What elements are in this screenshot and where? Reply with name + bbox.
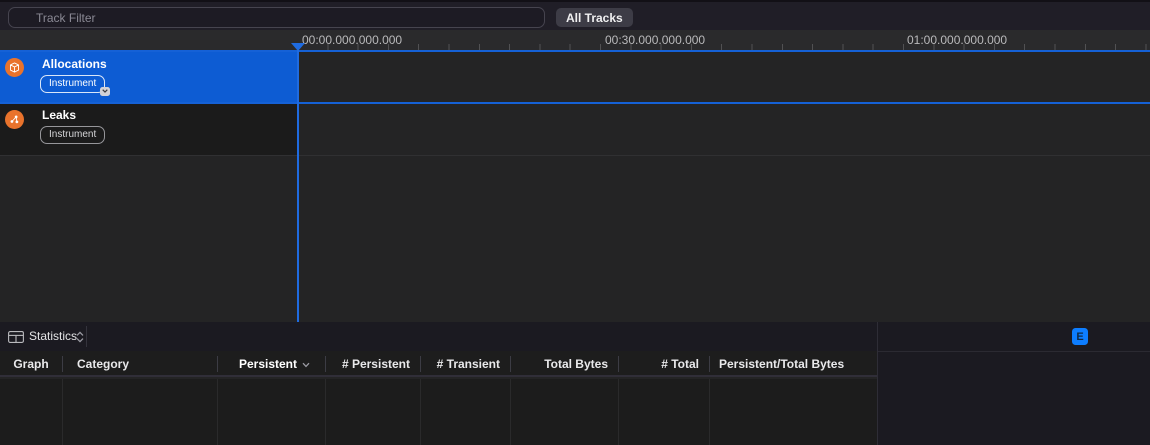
track-filter-input[interactable]	[8, 7, 545, 28]
track-name-allocations: Allocations	[42, 57, 107, 71]
column-divider	[62, 379, 63, 445]
column-divider	[325, 379, 326, 445]
timeline-ruler[interactable]: 00:00.000.000.000 00:30.000.000.000 01:0…	[0, 30, 1150, 50]
header-divider	[62, 356, 63, 372]
column-divider	[420, 379, 421, 445]
instruments-window: All Tracks 00:00.000.000.000 00:30.000.0…	[0, 0, 1150, 445]
column-divider	[709, 379, 710, 445]
column-header-total-bytes[interactable]: Total Bytes	[510, 351, 608, 377]
table-view-icon	[8, 331, 24, 343]
leaks-instrument-badge[interactable]: Instrument	[40, 126, 106, 144]
column-header-category[interactable]: Category	[77, 351, 217, 377]
allocations-instrument-badge[interactable]: Instrument	[40, 75, 111, 96]
column-header-num-persistent[interactable]: # Persistent	[325, 351, 410, 377]
all-tracks-button[interactable]: All Tracks	[556, 8, 633, 27]
column-header-persistent[interactable]: Persistent	[217, 351, 310, 377]
selected-track-top-border	[0, 50, 1150, 52]
detail-view-selector[interactable]: Statistics	[29, 329, 77, 343]
header-divider	[510, 356, 511, 372]
statistics-table-body[interactable]	[0, 379, 877, 445]
column-header-graph[interactable]: Graph	[0, 351, 62, 377]
column-divider	[510, 379, 511, 445]
column-header-num-total[interactable]: # Total	[618, 351, 699, 377]
playhead-line[interactable]	[297, 44, 299, 322]
view-selector-chevrons-icon[interactable]	[76, 331, 84, 343]
header-divider	[618, 356, 619, 372]
badge-label: Instrument	[49, 128, 97, 140]
toolbar: All Tracks	[0, 0, 1150, 30]
header-divider	[709, 356, 710, 372]
column-divider	[217, 379, 218, 445]
sort-chevron-down-icon	[302, 351, 310, 377]
header-divider	[325, 356, 326, 372]
inspector-panel-divider	[878, 351, 1150, 352]
detail-panel-divider	[877, 322, 878, 445]
column-header-label: Persistent	[238, 357, 297, 371]
detail-toolbar-divider	[86, 326, 87, 347]
badge-label: Instrument	[49, 77, 97, 89]
inspector-e-badge[interactable]: E	[1072, 328, 1088, 345]
ruler-label-0: 00:00.000.000.000	[302, 33, 403, 47]
inspector-panel	[878, 322, 1150, 445]
leaks-instrument-icon	[5, 110, 24, 129]
ruler-label-1: 00:30.000.000.000	[605, 33, 706, 47]
badge-dropdown-button[interactable]	[100, 86, 111, 96]
track-name-leaks: Leaks	[42, 108, 77, 122]
chevron-down-icon	[102, 89, 108, 93]
column-header-persistent-total-bytes[interactable]: Persistent/Total Bytes	[719, 351, 877, 377]
column-header-num-transient[interactable]: # Transient	[420, 351, 500, 377]
header-divider	[420, 356, 421, 372]
statistics-table-header: Graph Category Persistent # Persistent #…	[0, 351, 877, 377]
column-divider	[618, 379, 619, 445]
selected-track-bottom-border	[0, 102, 1150, 104]
ruler-label-2: 01:00.000.000.000	[907, 33, 1008, 47]
leaks-row-divider	[0, 154, 1150, 156]
playhead-marker[interactable]	[291, 43, 305, 51]
allocations-instrument-icon	[5, 58, 24, 77]
header-divider	[217, 356, 218, 372]
